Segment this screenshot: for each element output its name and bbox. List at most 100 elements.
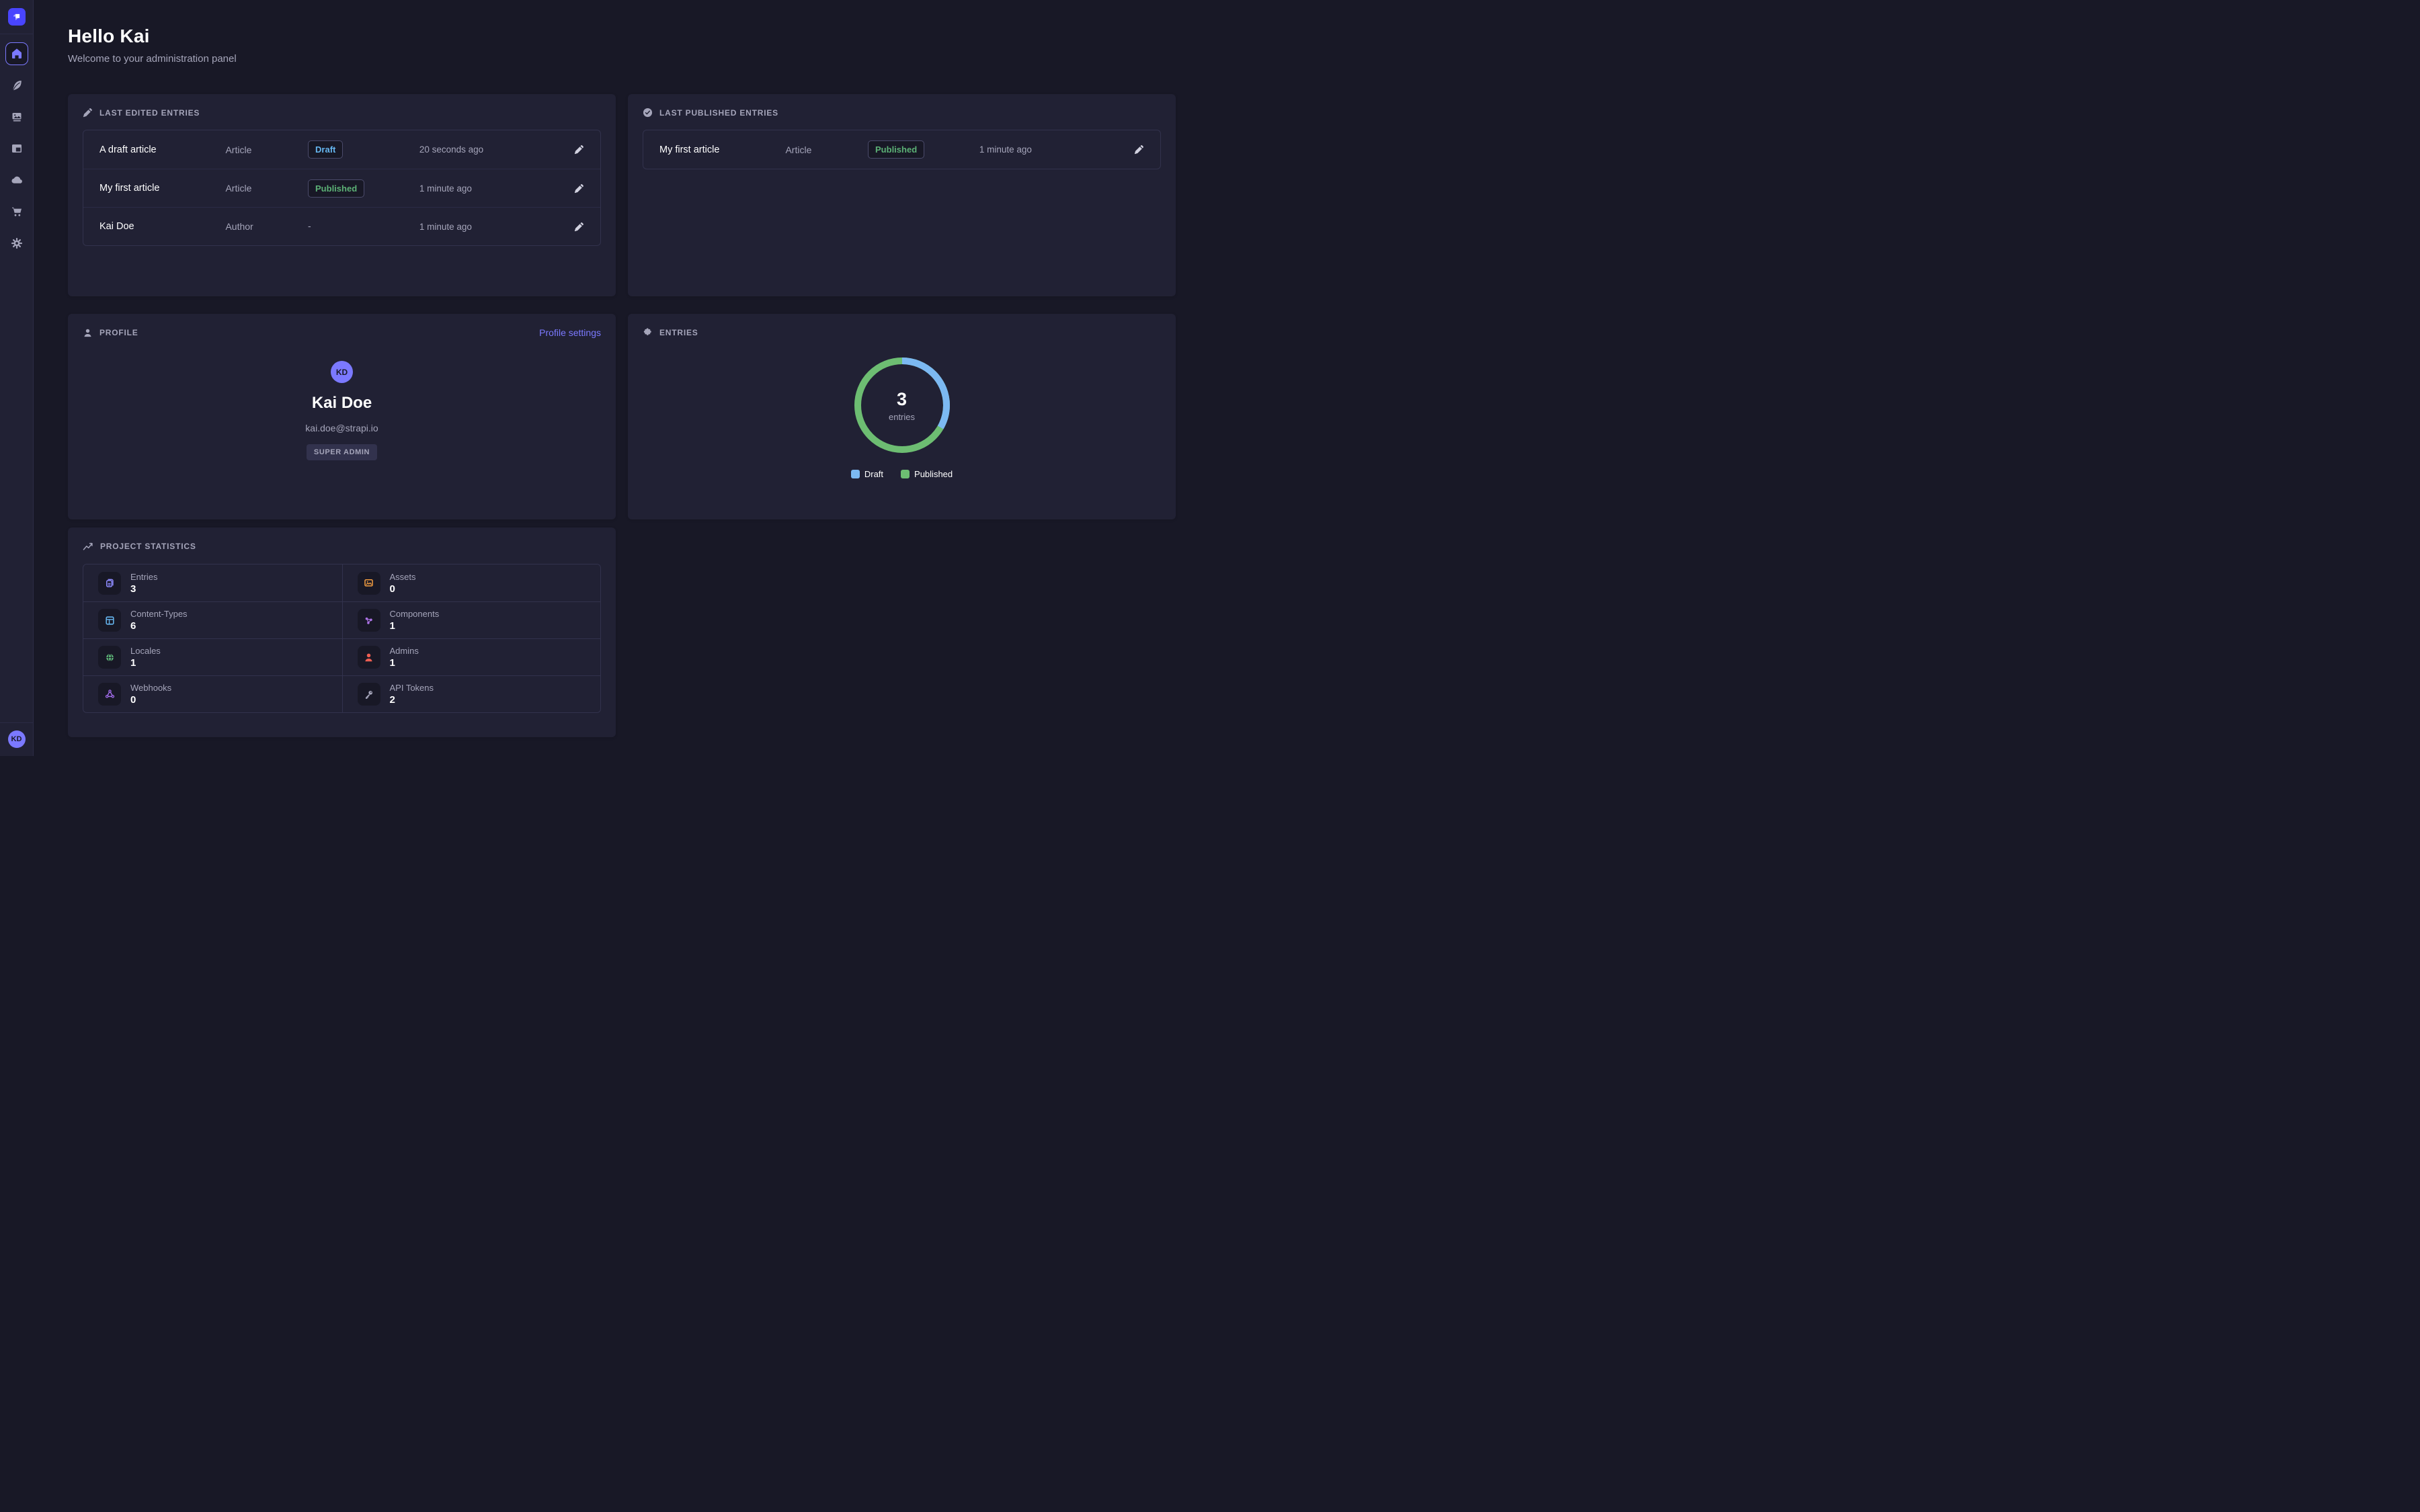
stat-locales: Locales1 bbox=[83, 638, 342, 675]
stat-value: 1 bbox=[390, 657, 419, 669]
stat-admins: Admins1 bbox=[342, 638, 601, 675]
content-types-stat-icon bbox=[98, 609, 121, 632]
entry-name: My first article bbox=[99, 183, 225, 194]
stat-label: Content-Types bbox=[130, 609, 188, 619]
profile-avatar: KD bbox=[331, 361, 353, 383]
sidebar-item-settings[interactable] bbox=[5, 232, 28, 255]
stat-label: Webhooks bbox=[130, 683, 171, 693]
role-badge: SUPER ADMIN bbox=[307, 444, 377, 460]
entry-time: 1 minute ago bbox=[979, 144, 1127, 155]
components-stat-icon bbox=[358, 609, 380, 632]
webhooks-stat-icon bbox=[98, 683, 121, 706]
table-row[interactable]: My first article Article Published 1 min… bbox=[83, 169, 600, 207]
images-icon bbox=[10, 110, 24, 124]
sidebar-item-home[interactable] bbox=[5, 42, 28, 65]
last-published-table: My first article Article Published 1 min… bbox=[643, 130, 1161, 169]
entry-time: 20 seconds ago bbox=[419, 144, 567, 155]
profile-email: kai.doe@strapi.io bbox=[305, 423, 378, 433]
profile-name: Kai Doe bbox=[312, 394, 372, 413]
stat-value: 1 bbox=[390, 620, 440, 632]
app-root: KD Hello Kai Welcome to your administrat… bbox=[0, 0, 1210, 756]
sidebar-item-marketplace[interactable] bbox=[5, 200, 28, 223]
entries-donut: 3 entries Draft Published bbox=[643, 355, 1161, 479]
trend-up-icon bbox=[83, 541, 93, 552]
home-icon bbox=[10, 47, 24, 60]
sidebar-item-content-type-builder[interactable] bbox=[5, 137, 28, 160]
entry-name: Kai Doe bbox=[99, 221, 225, 232]
cart-icon bbox=[10, 205, 24, 218]
legend-label: Draft bbox=[864, 469, 883, 479]
check-circle-icon bbox=[643, 108, 653, 118]
status-empty: - bbox=[308, 220, 311, 231]
edit-entry-button[interactable] bbox=[574, 222, 584, 232]
chart-legend: Draft Published bbox=[851, 469, 953, 479]
edit-entry-button[interactable] bbox=[574, 183, 584, 194]
entry-time: 1 minute ago bbox=[419, 183, 567, 194]
stat-webhooks: Webhooks0 bbox=[83, 675, 342, 712]
published-swatch bbox=[901, 470, 910, 478]
stat-label: API Tokens bbox=[390, 683, 434, 693]
pencil-icon bbox=[1134, 144, 1144, 155]
sidebar: KD bbox=[0, 0, 34, 756]
sidebar-nav bbox=[5, 42, 28, 255]
sidebar-item-media-library[interactable] bbox=[5, 106, 28, 128]
person-icon bbox=[83, 328, 93, 338]
status-badge: Published bbox=[868, 140, 924, 159]
pencil-icon bbox=[574, 183, 584, 194]
card-title: LAST PUBLISHED ENTRIES bbox=[659, 108, 778, 118]
stat-label: Assets bbox=[390, 572, 416, 582]
stat-label: Admins bbox=[390, 646, 419, 656]
table-row[interactable]: My first article Article Published 1 min… bbox=[643, 130, 1160, 169]
draft-swatch bbox=[851, 470, 860, 478]
admins-stat-icon bbox=[358, 646, 380, 669]
status-badge: Published bbox=[308, 179, 364, 198]
stat-value: 6 bbox=[130, 620, 188, 632]
stat-value: 3 bbox=[130, 583, 157, 595]
stat-entries: Entries3 bbox=[83, 564, 342, 601]
assets-stat-icon bbox=[358, 572, 380, 595]
card-title: PROJECT STATISTICS bbox=[100, 542, 196, 551]
pencil-icon bbox=[574, 144, 584, 155]
entry-kind: Article bbox=[785, 144, 868, 155]
card-title: PROFILE bbox=[99, 328, 138, 337]
stat-value: 0 bbox=[130, 694, 171, 706]
edit-entry-button[interactable] bbox=[1134, 144, 1144, 155]
strapi-logo-icon bbox=[11, 11, 23, 23]
last-edited-table: A draft article Article Draft 20 seconds… bbox=[83, 130, 601, 246]
page-header: Hello Kai Welcome to your administration… bbox=[68, 26, 1176, 65]
stat-label: Locales bbox=[130, 646, 161, 656]
donut-total: 3 bbox=[897, 389, 907, 410]
strapi-logo[interactable] bbox=[8, 8, 26, 26]
entries-stat-icon bbox=[98, 572, 121, 595]
profile-settings-link[interactable]: Profile settings bbox=[539, 327, 601, 338]
page-subtitle: Welcome to your administration panel bbox=[68, 53, 1176, 65]
cloud-icon bbox=[10, 173, 24, 187]
card-title: LAST EDITED ENTRIES bbox=[99, 108, 200, 118]
donut-total-label: entries bbox=[889, 412, 915, 422]
card-last-edited-entries: LAST EDITED ENTRIES A draft article Arti… bbox=[68, 94, 616, 296]
stat-components: Components1 bbox=[342, 601, 601, 638]
locales-stat-icon bbox=[98, 646, 121, 669]
card-profile: PROFILE Profile settings KD Kai Doe kai.… bbox=[68, 314, 616, 519]
sidebar-bottom: KD bbox=[0, 722, 33, 756]
table-row[interactable]: Kai Doe Author - 1 minute ago bbox=[83, 207, 600, 245]
edit-entry-button[interactable] bbox=[574, 144, 584, 155]
entry-name: My first article bbox=[659, 144, 785, 155]
sidebar-item-cloud[interactable] bbox=[5, 169, 28, 192]
sidebar-divider-bottom bbox=[0, 722, 33, 723]
pencil-icon bbox=[574, 222, 584, 232]
stat-assets: Assets0 bbox=[342, 564, 601, 601]
card-last-published-entries: LAST PUBLISHED ENTRIES My first article … bbox=[628, 94, 1176, 296]
table-row[interactable]: A draft article Article Draft 20 seconds… bbox=[83, 130, 600, 169]
stat-label: Entries bbox=[130, 572, 157, 582]
entry-kind: Article bbox=[225, 144, 308, 155]
stat-api-tokens: API Tokens2 bbox=[342, 675, 601, 712]
stat-label: Components bbox=[390, 609, 440, 619]
stat-value: 2 bbox=[390, 694, 434, 706]
status-badge: Draft bbox=[308, 140, 343, 159]
feather-icon bbox=[10, 79, 24, 92]
sidebar-item-content-manager[interactable] bbox=[5, 74, 28, 97]
legend-label: Published bbox=[914, 469, 953, 479]
user-avatar[interactable]: KD bbox=[8, 730, 26, 748]
layout-icon bbox=[10, 142, 24, 155]
